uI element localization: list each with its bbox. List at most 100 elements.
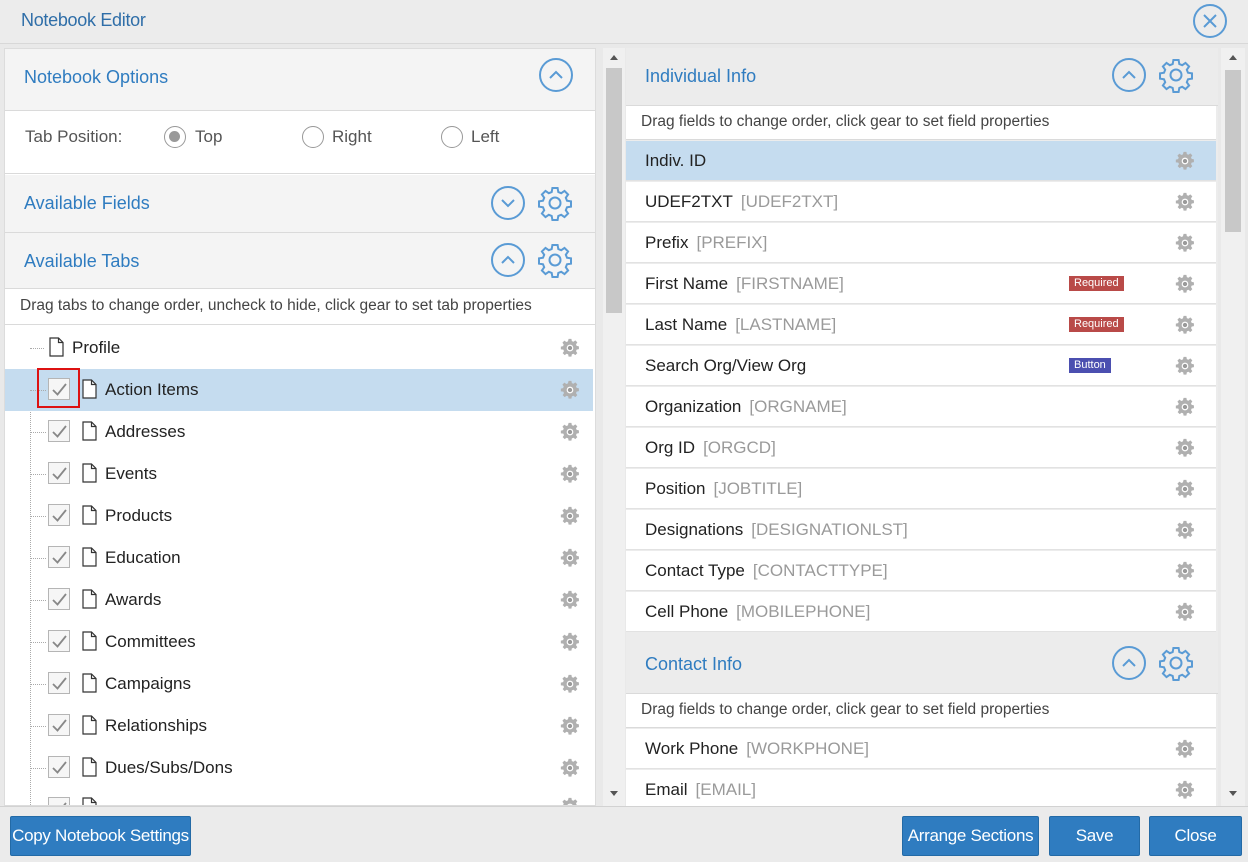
tree-row-label: Relationships [105, 716, 208, 735]
close-icon[interactable] [1193, 4, 1227, 38]
field-row[interactable]: Last Name [LASTNAME] Required [626, 305, 1216, 345]
field-row[interactable]: Org ID [ORGCD] [626, 428, 1216, 468]
field-row[interactable]: Organization [ORGNAME] [626, 387, 1216, 427]
arrange-sections-button[interactable]: Arrange Sections [902, 816, 1039, 856]
field-row[interactable]: Work Phone [WORKPHONE] [626, 729, 1216, 769]
field-row[interactable]: First Name [FIRSTNAME] Required [626, 264, 1216, 304]
scroll-down-icon[interactable] [610, 791, 618, 796]
gear-icon[interactable] [1175, 561, 1195, 581]
tree-row-tab[interactable]: Action Items [5, 369, 593, 411]
gear-icon[interactable] [1175, 151, 1195, 171]
checkbox[interactable] [48, 462, 70, 484]
checkbox[interactable] [48, 756, 70, 778]
gear-icon[interactable] [560, 422, 580, 442]
scroll-down-icon[interactable] [1229, 791, 1237, 796]
gear-icon[interactable] [1158, 645, 1194, 681]
field-row[interactable]: Email [EMAIL] [626, 770, 1216, 806]
field-row[interactable]: Search Org/View Org Button [626, 346, 1216, 386]
gear-icon[interactable] [537, 185, 573, 221]
chevron-up-icon[interactable] [491, 243, 525, 277]
scroll-thumb[interactable] [1225, 70, 1241, 232]
scroll-up-icon[interactable] [1229, 55, 1237, 60]
notebook-options-header[interactable]: Notebook Options [5, 49, 595, 111]
gear-icon[interactable] [560, 464, 580, 484]
save-button[interactable]: Save [1049, 816, 1140, 856]
field-row[interactable]: Contact Type [CONTACTTYPE] [626, 551, 1216, 591]
tree-row-tab[interactable]: Relationships [5, 705, 593, 747]
gear-icon[interactable] [537, 242, 573, 278]
gear-icon[interactable] [560, 797, 580, 806]
tabs-hint: Drag tabs to change order, uncheck to hi… [20, 297, 532, 314]
gear-icon[interactable] [1175, 315, 1195, 335]
gear-icon[interactable] [560, 506, 580, 526]
available-fields-header[interactable]: Available Fields [5, 175, 595, 233]
gear-icon[interactable] [560, 716, 580, 736]
contact-info-header[interactable]: Contact Info [626, 636, 1218, 694]
gear-icon[interactable] [1158, 57, 1194, 93]
gear-icon[interactable] [1175, 274, 1195, 294]
gear-icon[interactable] [560, 758, 580, 778]
checkbox[interactable] [48, 714, 70, 736]
radio-top[interactable] [164, 126, 186, 148]
chevron-up-icon[interactable] [539, 58, 573, 92]
field-name: Contact Type [645, 561, 745, 580]
tree-row-tab[interactable]: Events [5, 453, 593, 495]
field-name: Designations [645, 520, 744, 539]
field-row[interactable]: Indiv. ID [626, 141, 1216, 181]
checkbox[interactable] [48, 546, 70, 568]
radio-right[interactable] [302, 126, 324, 148]
checkbox[interactable] [48, 588, 70, 610]
copy-notebook-settings-button[interactable]: Copy Notebook Settings [10, 816, 191, 856]
gear-icon[interactable] [1175, 780, 1195, 800]
close-button[interactable]: Close [1149, 816, 1242, 856]
chevron-up-icon[interactable] [1112, 646, 1146, 680]
left-scrollbar[interactable] [603, 48, 625, 806]
tree-row-tab[interactable]: Addresses [5, 411, 593, 453]
gear-icon[interactable] [1175, 192, 1195, 212]
checkbox[interactable] [48, 797, 70, 805]
gear-icon[interactable] [560, 338, 580, 358]
gear-icon[interactable] [560, 380, 580, 400]
right-scrollbar[interactable] [1221, 48, 1245, 806]
gear-icon[interactable] [560, 674, 580, 694]
document-icon [82, 797, 97, 806]
checkbox[interactable] [48, 672, 70, 694]
gear-icon[interactable] [560, 632, 580, 652]
tree-row-tab[interactable]: Committees [5, 621, 593, 663]
gear-icon[interactable] [1175, 233, 1195, 253]
field-label: Designations [DESIGNATIONLST] [645, 520, 908, 540]
tree-row-tab[interactable]: Campaigns [5, 663, 593, 705]
tree-row-tab[interactable]: Education [5, 537, 593, 579]
field-row[interactable]: UDEF2TXT [UDEF2TXT] [626, 182, 1216, 222]
gear-icon[interactable] [1175, 438, 1195, 458]
gear-icon[interactable] [560, 548, 580, 568]
field-row[interactable]: Cell Phone [MOBILEPHONE] [626, 592, 1216, 632]
gear-icon[interactable] [1175, 397, 1195, 417]
document-icon [82, 421, 97, 441]
checkbox[interactable] [48, 630, 70, 652]
scroll-up-icon[interactable] [610, 55, 618, 60]
gear-icon[interactable] [1175, 479, 1195, 499]
checkbox[interactable] [48, 420, 70, 442]
field-row[interactable]: Designations [DESIGNATIONLST] [626, 510, 1216, 550]
scroll-thumb[interactable] [606, 68, 622, 313]
tree-row-tab[interactable]: Dues/Subs/Dons [5, 747, 593, 789]
radio-left[interactable] [441, 126, 463, 148]
field-code: [MOBILEPHONE] [736, 602, 871, 621]
tree-row-tab[interactable]: Products [5, 495, 593, 537]
tree-row-tab[interactable]: Awards [5, 579, 593, 621]
chevron-up-icon[interactable] [1112, 58, 1146, 92]
tree-row-profile[interactable]: Profile [5, 327, 593, 369]
individual-info-header[interactable]: Individual Info [626, 48, 1218, 106]
gear-icon[interactable] [1175, 520, 1195, 540]
available-tabs-header[interactable]: Available Tabs [5, 233, 595, 289]
chevron-down-icon[interactable] [491, 186, 525, 220]
checkbox[interactable] [48, 504, 70, 526]
gear-icon[interactable] [1175, 356, 1195, 376]
gear-icon[interactable] [560, 590, 580, 610]
field-row[interactable]: Position [JOBTITLE] [626, 469, 1216, 509]
field-row[interactable]: Prefix [PREFIX] [626, 223, 1216, 263]
gear-icon[interactable] [1175, 739, 1195, 759]
field-code: [FIRSTNAME] [736, 274, 844, 293]
gear-icon[interactable] [1175, 602, 1195, 622]
